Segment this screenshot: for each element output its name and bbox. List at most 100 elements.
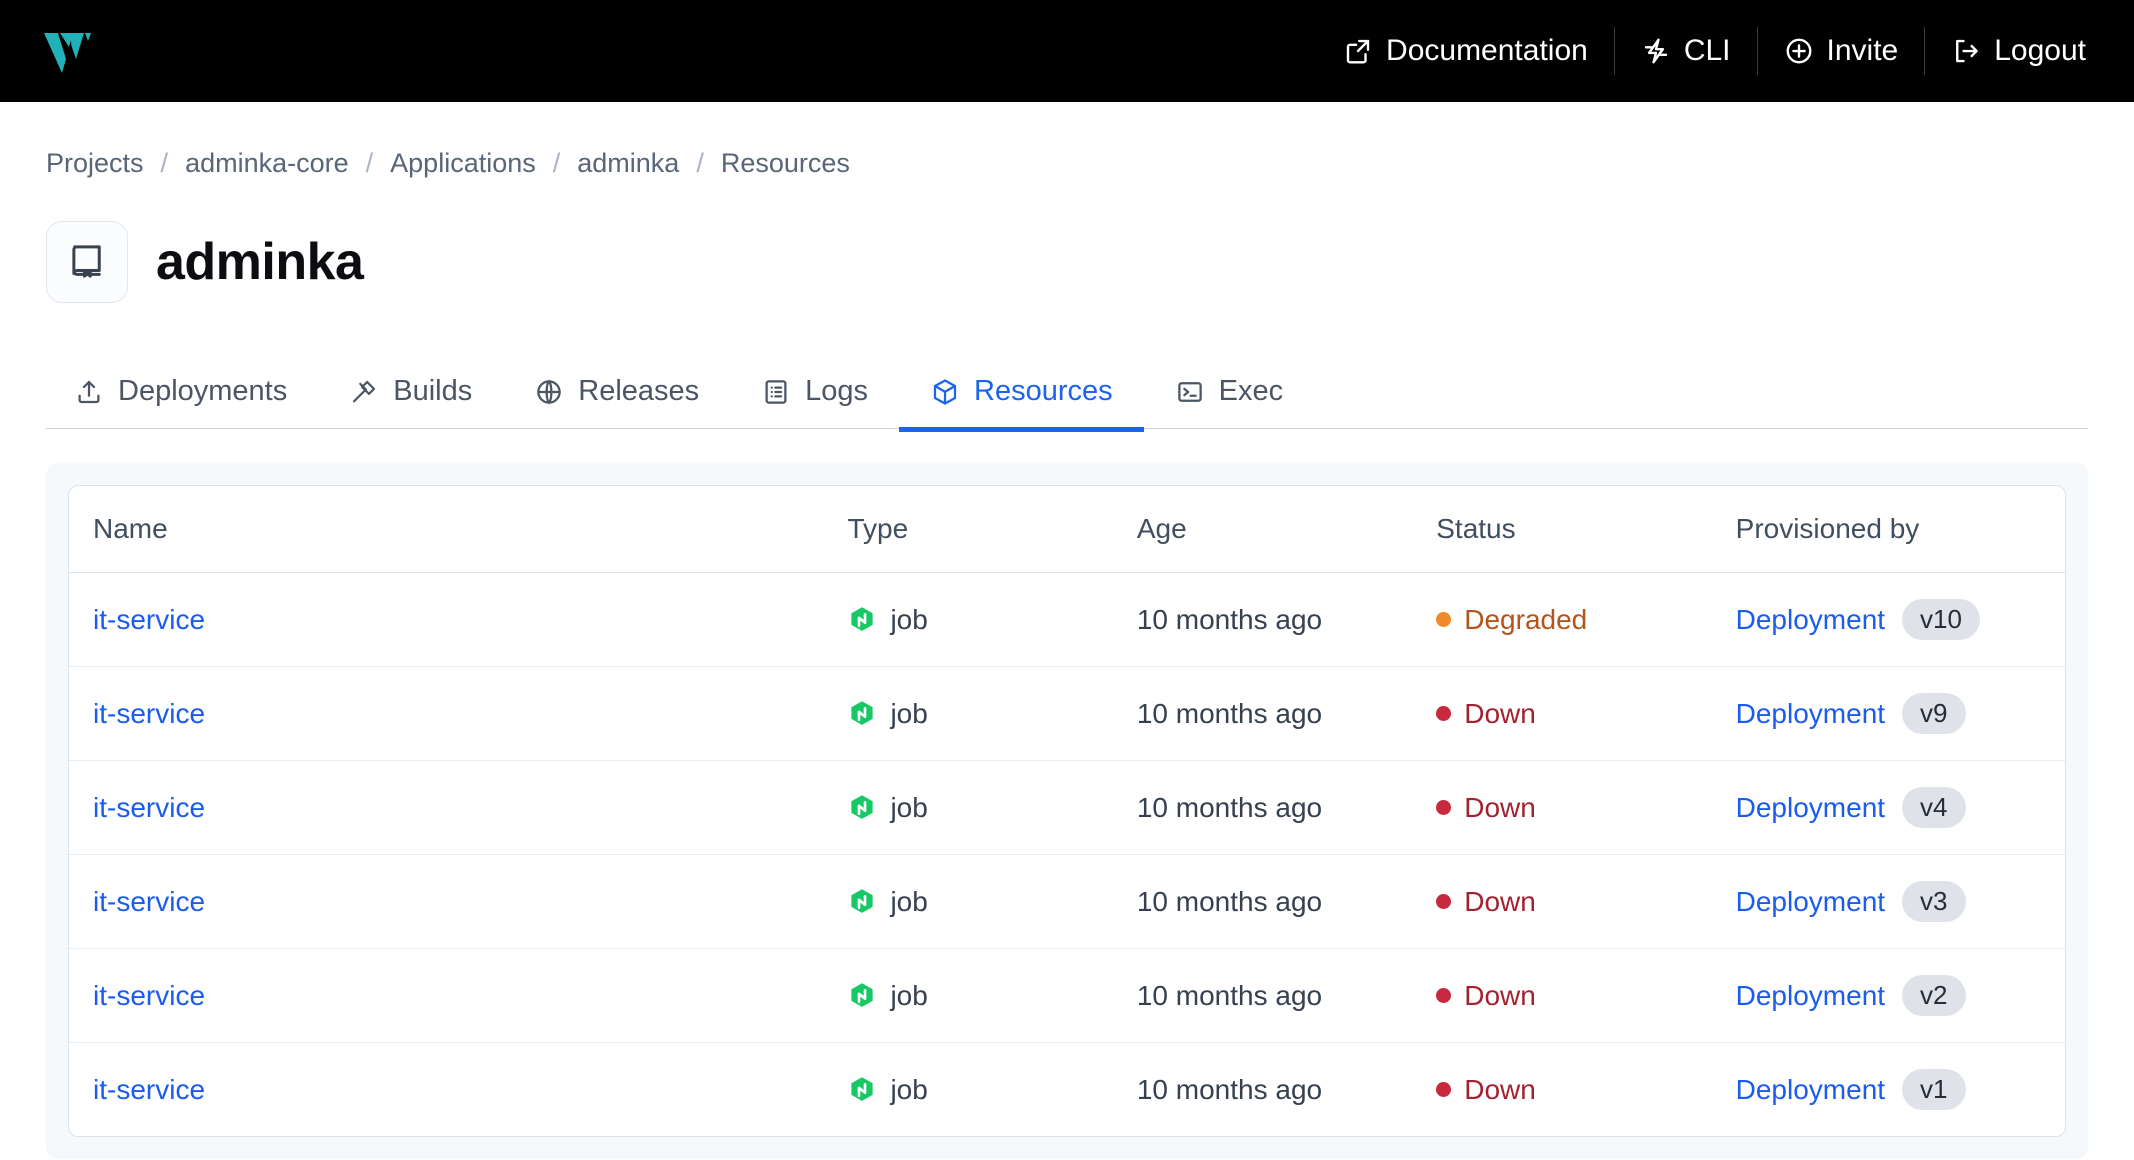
cell-type: job: [847, 760, 1137, 855]
status-badge: Down: [1436, 1074, 1735, 1106]
cell-name: it-service: [69, 572, 848, 667]
cell-age: 10 months ago: [1136, 666, 1437, 761]
status-label: Down: [1464, 697, 1536, 729]
tab-deployments-label: Deployments: [118, 375, 288, 407]
external-link-icon: [1343, 36, 1373, 66]
resource-type-label: job: [890, 1073, 928, 1105]
column-header-type: Type: [847, 486, 1137, 573]
breadcrumb-separator: /: [160, 148, 169, 178]
job-hexagon-icon: [851, 700, 874, 725]
cli-label: CLI: [1683, 34, 1731, 67]
provisioned-by-link[interactable]: Deployment: [1736, 792, 1885, 824]
cell-name: it-service: [69, 948, 848, 1043]
lightning-bolt-icon: [1641, 36, 1671, 66]
tab-releases[interactable]: Releases: [503, 375, 730, 428]
documentation-link[interactable]: Documentation: [1317, 34, 1614, 68]
tab-exec[interactable]: Exec: [1144, 375, 1314, 428]
resource-name-link[interactable]: it-service: [93, 980, 205, 1011]
provisioned-by-link[interactable]: Deployment: [1736, 886, 1885, 918]
cell-age: 10 months ago: [1136, 948, 1437, 1043]
breadcrumb-item-projects[interactable]: Projects: [46, 148, 144, 179]
resources-table: Name Type Age Status Provisioned by it-s…: [69, 486, 2065, 1136]
cell-name: it-service: [69, 854, 848, 949]
status-badge: Degraded: [1436, 604, 1735, 636]
resource-age-label: 10 months ago: [1136, 697, 1323, 729]
table-row: it-service job 10 months ago Down Deploy…: [69, 666, 2065, 761]
cell-provisioned-by: Deployment v9: [1735, 666, 2065, 761]
column-header-provisioned-by: Provisioned by: [1735, 486, 2065, 573]
status-dot-icon: [1436, 894, 1452, 909]
cell-name: it-service: [69, 1043, 847, 1137]
status-dot-icon: [1436, 612, 1452, 627]
resource-name-link[interactable]: it-service: [93, 1074, 205, 1105]
status-dot-icon: [1436, 988, 1452, 1003]
status-dot-icon: [1436, 800, 1452, 815]
plus-circle-icon: [1784, 36, 1814, 66]
list-document-icon: [761, 377, 791, 407]
resource-name-link[interactable]: it-service: [93, 604, 205, 635]
cube-icon: [930, 377, 960, 407]
cell-type: job: [847, 572, 1137, 667]
job-hexagon-icon: [851, 794, 874, 819]
tab-bar: Deployments Builds Releases Logs Resourc…: [46, 351, 2088, 432]
tab-exec-label: Exec: [1218, 375, 1284, 407]
tab-releases-label: Releases: [578, 375, 700, 407]
column-header-name: Name: [69, 486, 848, 573]
invite-label: Invite: [1826, 34, 1899, 67]
logout-label: Logout: [1994, 34, 2086, 67]
job-hexagon-icon: [851, 606, 874, 631]
version-badge: v2: [1902, 975, 1966, 1016]
breadcrumb-item-adminka-core[interactable]: adminka-core: [185, 148, 349, 179]
resource-type-label: job: [890, 603, 928, 635]
version-badge: v4: [1902, 787, 1966, 828]
cell-type: job: [847, 854, 1137, 949]
breadcrumb-item-resources[interactable]: Resources: [721, 148, 850, 179]
logout-button[interactable]: Logout: [1925, 34, 2112, 68]
breadcrumb-item-applications[interactable]: Applications: [390, 148, 536, 179]
invite-button[interactable]: Invite: [1758, 34, 1925, 68]
status-label: Down: [1464, 791, 1536, 823]
resource-name-link[interactable]: it-service: [93, 886, 205, 917]
table-row: it-service job 10 months ago Down Deploy…: [69, 854, 2065, 949]
resource-age-label: 10 months ago: [1136, 979, 1323, 1011]
logo-mark[interactable]: [40, 29, 94, 73]
resources-table-body: it-service job 10 months ago Degraded De…: [69, 572, 2065, 1137]
resource-name-link[interactable]: it-service: [93, 792, 205, 823]
cell-status: Down: [1436, 760, 1736, 855]
status-label: Down: [1464, 885, 1536, 917]
resources-card: Name Type Age Status Provisioned by it-s…: [46, 463, 2088, 1159]
tab-resources-label: Resources: [974, 375, 1113, 407]
tab-deployments[interactable]: Deployments: [46, 375, 318, 428]
table-row: it-service job 10 months ago Down Deploy…: [69, 760, 2065, 855]
tab-logs[interactable]: Logs: [730, 375, 899, 428]
cell-name: it-service: [69, 666, 848, 761]
table-row: it-service job 10 months ago Down Deploy…: [69, 948, 2065, 1043]
status-badge: Down: [1436, 980, 1735, 1012]
resource-name-link[interactable]: it-service: [93, 698, 205, 729]
version-badge: v10: [1902, 599, 1980, 640]
cell-age: 10 months ago: [1136, 572, 1437, 667]
resource-type-label: job: [890, 791, 928, 823]
provisioned-by-link[interactable]: Deployment: [1736, 604, 1885, 636]
job-hexagon-icon: [851, 1076, 874, 1101]
provisioned-by-link[interactable]: Deployment: [1736, 980, 1885, 1012]
cli-link[interactable]: CLI: [1615, 34, 1757, 68]
column-header-age: Age: [1136, 486, 1437, 573]
cell-name: it-service: [69, 760, 848, 855]
tab-builds[interactable]: Builds: [318, 375, 503, 428]
documentation-label: Documentation: [1386, 34, 1588, 67]
top-navigation-bar: Documentation CLI Invite Logout: [0, 0, 2134, 102]
resource-age-label: 10 months ago: [1136, 603, 1323, 635]
cell-type: job: [847, 948, 1137, 1043]
provisioned-by-link[interactable]: Deployment: [1736, 1074, 1885, 1106]
breadcrumb-separator: /: [552, 148, 561, 178]
tab-resources[interactable]: Resources: [899, 375, 1144, 432]
breadcrumb-item-adminka[interactable]: adminka: [577, 148, 679, 179]
provisioned-by-link[interactable]: Deployment: [1736, 698, 1885, 730]
column-header-status: Status: [1436, 486, 1736, 573]
cell-provisioned-by: Deployment v2: [1735, 948, 2065, 1043]
status-label: Degraded: [1464, 603, 1588, 635]
resource-type-label: job: [890, 697, 928, 729]
resources-table-head: Name Type Age Status Provisioned by: [69, 486, 2065, 573]
status-label: Down: [1464, 979, 1536, 1011]
